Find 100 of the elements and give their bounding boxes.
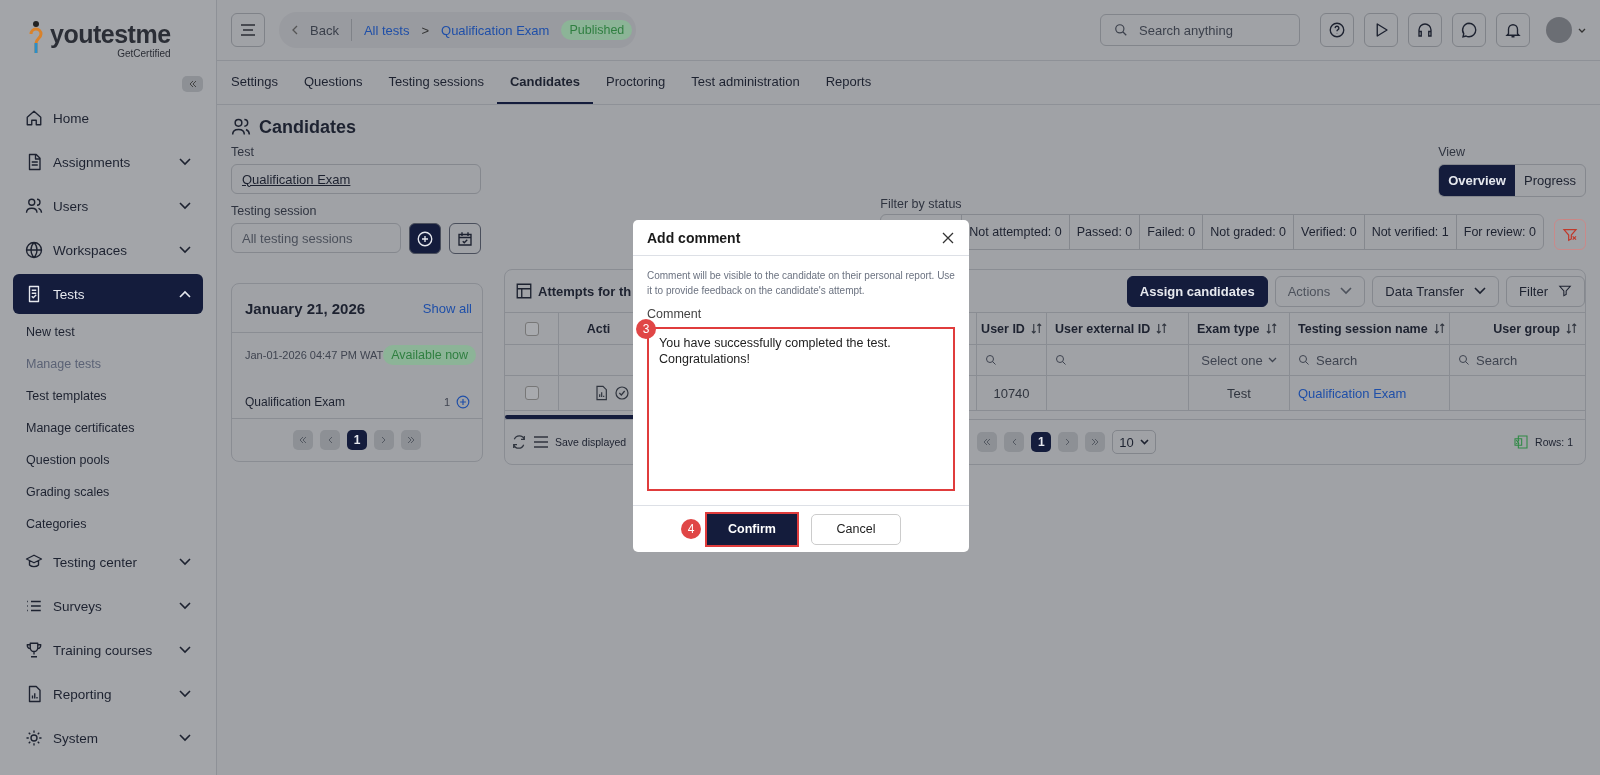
sidebar-subitem[interactable]: Test templates	[13, 380, 203, 412]
back-link[interactable]: Back	[310, 22, 339, 38]
spreadsheet-icon[interactable]	[1513, 434, 1530, 450]
column-header[interactable]: Testing session name	[1290, 313, 1450, 345]
page-button[interactable]: 1	[347, 430, 367, 450]
sidebar-item[interactable]: Testing center	[13, 542, 203, 582]
sidebar-item[interactable]: Users	[13, 186, 203, 226]
exam-type-select[interactable]: Select one	[1201, 352, 1277, 368]
first-page-button[interactable]	[293, 430, 313, 450]
column-header[interactable]: User external ID	[1047, 313, 1189, 345]
sort-icon	[1030, 323, 1042, 334]
sort-icon	[1433, 323, 1445, 334]
status-filter-chip[interactable]: For review: 0	[1455, 215, 1543, 249]
back-chevron-icon	[291, 25, 298, 35]
headset-button[interactable]	[1408, 13, 1442, 47]
sidebar-item[interactable]: Home	[13, 98, 203, 138]
help-button[interactable]	[1320, 13, 1354, 47]
sidebar-item[interactable]: Assignments	[13, 142, 203, 182]
status-filter-chip[interactable]: Verified: 0	[1293, 215, 1364, 249]
sidebar-item[interactable]: Tests	[13, 274, 203, 314]
chat-button[interactable]	[1452, 13, 1486, 47]
view-toggle-option[interactable]: Overview	[1439, 165, 1515, 196]
clear-filter-button[interactable]	[1554, 219, 1586, 250]
trophy-icon	[25, 641, 43, 659]
sidebar-subitem[interactable]: Question pools	[13, 444, 203, 476]
sidebar-subitem[interactable]: New test	[13, 316, 203, 348]
double-chevron-left-icon	[187, 79, 198, 89]
column-header[interactable]: User group	[1450, 313, 1585, 345]
status-badge: Available now	[383, 345, 477, 365]
tab[interactable]: Candidates	[496, 61, 593, 104]
add-button[interactable]	[409, 223, 441, 254]
confirm-button[interactable]: Confirm	[707, 513, 797, 545]
sidebar-subitem[interactable]: Manage certificates	[13, 412, 203, 444]
tab[interactable]: Settings	[218, 61, 291, 104]
sidebar-item[interactable]: Surveys	[13, 586, 203, 626]
status-filter-chip[interactable]: Not verified: 1	[1363, 215, 1456, 249]
chevron-left-icon	[1011, 438, 1018, 446]
status-filter-chip[interactable]: Passed: 0	[1068, 215, 1140, 249]
field-label: Comment	[647, 307, 703, 321]
tab[interactable]: Testing sessions	[375, 61, 497, 104]
headset-icon	[1416, 21, 1434, 39]
sort-icon	[1265, 323, 1277, 334]
toolbar-button[interactable]: Data Transfer	[1372, 275, 1500, 307]
tab[interactable]: Reports	[812, 61, 885, 104]
users-icon	[25, 197, 43, 215]
last-page-button[interactable]	[1085, 432, 1106, 452]
candidate-count: 1	[443, 396, 450, 408]
search-field[interactable]: Search anything	[1100, 14, 1300, 46]
calendar-button[interactable]	[449, 223, 481, 254]
caret-icon	[1139, 439, 1149, 445]
checkbox[interactable]	[524, 386, 539, 400]
column-search-field[interactable]: Search	[1298, 345, 1358, 375]
status-filter-chip[interactable]: Failed: 0	[1139, 215, 1203, 249]
menu-icon[interactable]	[533, 435, 549, 449]
toolbar-button[interactable]: Filter	[1506, 275, 1585, 307]
page-size-select[interactable]: 10	[1112, 430, 1156, 454]
close-icon	[942, 231, 954, 244]
add-icon[interactable]	[456, 395, 470, 409]
save-view-link[interactable]: Save displayed	[555, 436, 627, 448]
last-page-button[interactable]	[401, 430, 421, 450]
checkbox[interactable]	[524, 321, 539, 336]
play-button[interactable]	[1364, 13, 1398, 47]
bell-icon	[1504, 21, 1522, 39]
check-circle-icon[interactable]	[614, 385, 630, 401]
sidebar-item[interactable]: System	[13, 718, 203, 758]
refresh-icon[interactable]	[511, 434, 527, 450]
column-search-field[interactable]: Search	[1458, 345, 1518, 375]
table-cell: Test	[1189, 376, 1290, 411]
dialog-title: Add comment	[647, 229, 741, 246]
testing-session-field[interactable]: All testing sessions	[231, 223, 401, 253]
column-header[interactable]: User ID	[977, 313, 1047, 345]
collapse-sidebar-button[interactable]	[182, 76, 203, 92]
tab[interactable]: Questions	[291, 61, 376, 104]
sidebar-item[interactable]: Workspaces	[13, 230, 203, 270]
column-header[interactable]: Exam type	[1189, 313, 1290, 345]
tab[interactable]: Test administration	[678, 61, 813, 104]
report-icon[interactable]	[593, 385, 609, 401]
view-toggle-option[interactable]: Progress	[1514, 165, 1585, 196]
sidebar-item[interactable]: Reporting	[13, 674, 203, 714]
toolbar-button[interactable]: Assign candidates	[1126, 275, 1268, 307]
avatar[interactable]	[1546, 17, 1572, 43]
search-icon	[985, 354, 997, 366]
chevron-down-icon	[1340, 287, 1353, 295]
double-chevron-left-icon	[299, 436, 307, 444]
page-button[interactable]: 1	[1031, 432, 1052, 452]
sidebar-item[interactable]: Training courses	[13, 630, 203, 670]
test-field[interactable]: Qualification Exam	[231, 164, 481, 194]
tab[interactable]: Proctoring	[593, 61, 679, 104]
menu-button[interactable]	[231, 13, 265, 47]
sidebar-subitem[interactable]: Grading scales	[13, 476, 203, 508]
status-filter-chip[interactable]: Not graded: 0	[1202, 215, 1294, 249]
logo-wordmark: youtestme	[50, 20, 171, 48]
close-button[interactable]	[941, 230, 955, 245]
double-chevron-left-icon	[983, 438, 992, 446]
cancel-button[interactable]: Cancel	[811, 513, 901, 545]
sidebar-subitem[interactable]: Categories	[13, 508, 203, 540]
question-mark-icon	[1328, 21, 1346, 39]
first-page-button[interactable]	[977, 432, 998, 452]
double-chevron-right-icon	[1091, 438, 1100, 446]
notifications-button[interactable]	[1496, 13, 1530, 47]
